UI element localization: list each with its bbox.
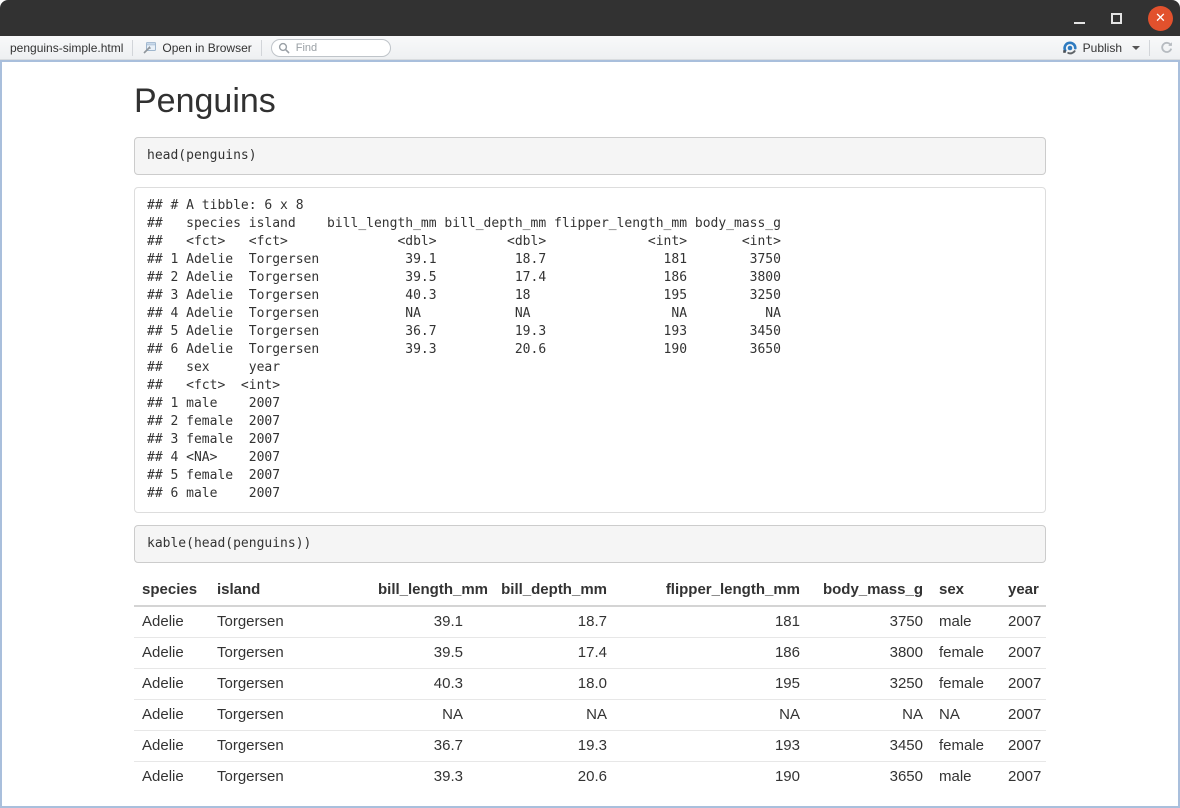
toolbar-separator [132,40,133,56]
table-cell: NA [370,700,471,731]
minimize-button[interactable] [1074,12,1085,24]
table-cell: Adelie [134,606,209,638]
find-box [271,39,391,57]
search-icon [278,42,290,54]
table-cell: 3650 [808,762,931,793]
table-row: AdelieTorgersenNANANANANA2007 [134,700,1046,731]
page-title: Penguins [134,82,1046,120]
table-body: AdelieTorgersen39.118.71813750male2007Ad… [134,606,1046,792]
table-header-cell: species [134,575,209,606]
table-row: AdelieTorgersen36.719.31933450female2007 [134,731,1046,762]
console-output: ## # A tibble: 6 x 8 ## species island b… [134,187,1046,513]
close-button[interactable]: ✕ [1148,6,1173,31]
window-titlebar: ✕ [0,0,1180,36]
open-in-browser-icon [142,40,157,55]
table-cell: Adelie [134,669,209,700]
table-cell: 2007 [1000,638,1046,669]
table-cell: NA [471,700,615,731]
table-cell: Torgersen [209,762,370,793]
table-row: AdelieTorgersen40.318.01953250female2007 [134,669,1046,700]
table-cell: 36.7 [370,731,471,762]
table-cell: Torgersen [209,638,370,669]
viewer-pane: Penguins head(penguins) ## # A tibble: 6… [0,60,1180,808]
close-icon: ✕ [1155,12,1166,25]
table-header-cell: year [1000,575,1046,606]
table-row: AdelieTorgersen39.517.41863800female2007 [134,638,1046,669]
toolbar-separator [1149,40,1150,56]
table-cell: Adelie [134,731,209,762]
table-cell: 39.1 [370,606,471,638]
table-cell: 2007 [1000,762,1046,793]
table-cell: female [931,638,1000,669]
table-cell: 3450 [808,731,931,762]
table-cell: 193 [615,731,808,762]
refresh-button[interactable] [1159,40,1174,55]
minimize-icon [1074,22,1085,24]
table-cell: 195 [615,669,808,700]
table-cell: 3800 [808,638,931,669]
table-cell: 18.7 [471,606,615,638]
table-cell: male [931,762,1000,793]
penguins-table: speciesislandbill_length_mmbill_depth_mm… [134,575,1046,792]
table-header-cell: island [209,575,370,606]
table-cell: 190 [615,762,808,793]
table-cell: 3750 [808,606,931,638]
table-cell: 2007 [1000,700,1046,731]
publish-button[interactable]: Publish [1062,40,1140,56]
maximize-button[interactable] [1111,13,1122,24]
table-cell: 39.3 [370,762,471,793]
table-row: AdelieTorgersen39.118.71813750male2007 [134,606,1046,638]
table-cell: 39.5 [370,638,471,669]
table-cell: 20.6 [471,762,615,793]
table-cell: 2007 [1000,731,1046,762]
table-cell: 40.3 [370,669,471,700]
table-header-cell: body_mass_g [808,575,931,606]
table-cell: Torgersen [209,700,370,731]
table-row: AdelieTorgersen39.320.61903650male2007 [134,762,1046,793]
table-cell: NA [808,700,931,731]
table-cell: Adelie [134,638,209,669]
table-cell: Adelie [134,700,209,731]
refresh-icon [1159,40,1174,55]
document-page: Penguins head(penguins) ## # A tibble: 6… [134,62,1046,792]
publish-icon [1062,40,1078,56]
table-header-cell: bill_depth_mm [471,575,615,606]
table-cell: male [931,606,1000,638]
table-header-cell: sex [931,575,1000,606]
table-cell: Torgersen [209,669,370,700]
publish-label: Publish [1083,41,1122,55]
table-cell: NA [615,700,808,731]
table-cell: Adelie [134,762,209,793]
table-cell: Torgersen [209,606,370,638]
viewer-toolbar: penguins-simple.html Open in Browser [0,36,1180,60]
table-cell: female [931,669,1000,700]
table-cell: 2007 [1000,669,1046,700]
toolbar-separator [261,40,262,56]
table-cell: NA [931,700,1000,731]
open-in-browser-button[interactable]: Open in Browser [142,40,251,55]
table-head: speciesislandbill_length_mmbill_depth_mm… [134,575,1046,606]
table-cell: female [931,731,1000,762]
table-cell: 3250 [808,669,931,700]
code-chunk-1: head(penguins) [134,137,1046,175]
open-in-browser-label: Open in Browser [162,41,251,55]
table-cell: Torgersen [209,731,370,762]
table-header-cell: bill_length_mm [370,575,471,606]
table-header-cell: flipper_length_mm [615,575,808,606]
code-chunk-2: kable(head(penguins)) [134,525,1046,563]
document-filename: penguins-simple.html [10,41,123,55]
maximize-icon [1111,13,1122,24]
table-cell: 19.3 [471,731,615,762]
table-cell: 18.0 [471,669,615,700]
table-header-row: speciesislandbill_length_mmbill_depth_mm… [134,575,1046,606]
table-cell: 2007 [1000,606,1046,638]
publish-dropdown-caret[interactable] [1132,46,1140,50]
table-cell: 186 [615,638,808,669]
table-cell: 181 [615,606,808,638]
table-cell: 17.4 [471,638,615,669]
